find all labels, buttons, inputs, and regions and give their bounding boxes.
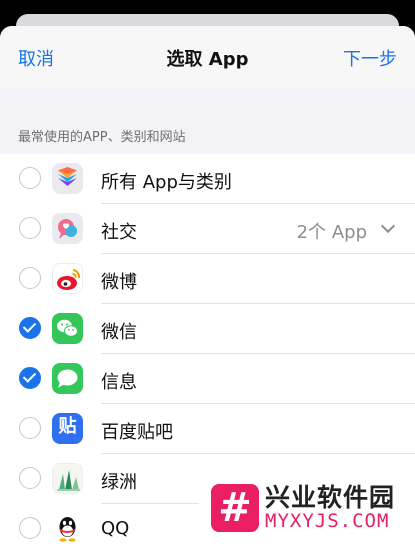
radio-button[interactable] (19, 517, 41, 539)
section-header: 最常使用的APP、类别和网站 (0, 122, 415, 154)
radio-button[interactable] (19, 217, 41, 239)
list-item-label: 绿洲 (101, 472, 137, 493)
radio-button-checked[interactable] (19, 317, 41, 339)
stack-icon (52, 163, 83, 194)
social-chat-icon (52, 213, 83, 244)
app-count-label: 2个 App (296, 222, 367, 243)
list-item-label: 百度贴吧 (101, 422, 173, 443)
list-item-label: 微信 (101, 322, 137, 343)
hash-icon: # (218, 485, 252, 531)
list-item-weibo[interactable]: 微博 (0, 254, 415, 304)
spacer (0, 88, 415, 122)
next-button[interactable]: 下一步 (343, 45, 397, 71)
radio-button-checked[interactable] (19, 367, 41, 389)
app-picker-sheet: 取消 选取 App 下一步 最常使用的APP、类别和网站 所有 App与类别 社… (0, 26, 415, 544)
chevron-down-icon[interactable] (380, 218, 396, 234)
weibo-icon (52, 263, 83, 294)
list-item-label: QQ (101, 518, 130, 539)
list-item-social[interactable]: 社交 2个 App (0, 204, 415, 254)
tieba-icon: 贴 (52, 413, 83, 444)
watermark-overlay: # 兴业软件园 MYXYJS.COM (199, 470, 415, 544)
watermark-logo-icon: # (211, 484, 259, 532)
list-item-wechat[interactable]: 微信 (0, 304, 415, 354)
list-item-all-apps[interactable]: 所有 App与类别 (0, 154, 415, 204)
tieba-icon-glyph: 贴 (58, 416, 77, 437)
navigation-bar: 取消 选取 App 下一步 (0, 26, 415, 88)
radio-button[interactable] (19, 267, 41, 289)
watermark-title: 兴业软件园 (265, 483, 396, 512)
list-item-tieba[interactable]: 贴 百度贴吧 (0, 404, 415, 454)
qq-icon (52, 513, 83, 544)
list-item-messages[interactable]: 信息 (0, 354, 415, 404)
list-item-label: 信息 (101, 372, 137, 393)
list-item-label: 微博 (101, 272, 137, 293)
wechat-icon (52, 313, 83, 344)
radio-button[interactable] (19, 167, 41, 189)
radio-button[interactable] (19, 417, 41, 439)
messages-icon (52, 363, 83, 394)
watermark-url: MYXYJS.COM (265, 510, 390, 532)
list-item-label: 社交 (101, 222, 137, 243)
oasis-icon (52, 463, 83, 494)
list-item-label: 所有 App与类别 (101, 172, 232, 193)
radio-button[interactable] (19, 467, 41, 489)
